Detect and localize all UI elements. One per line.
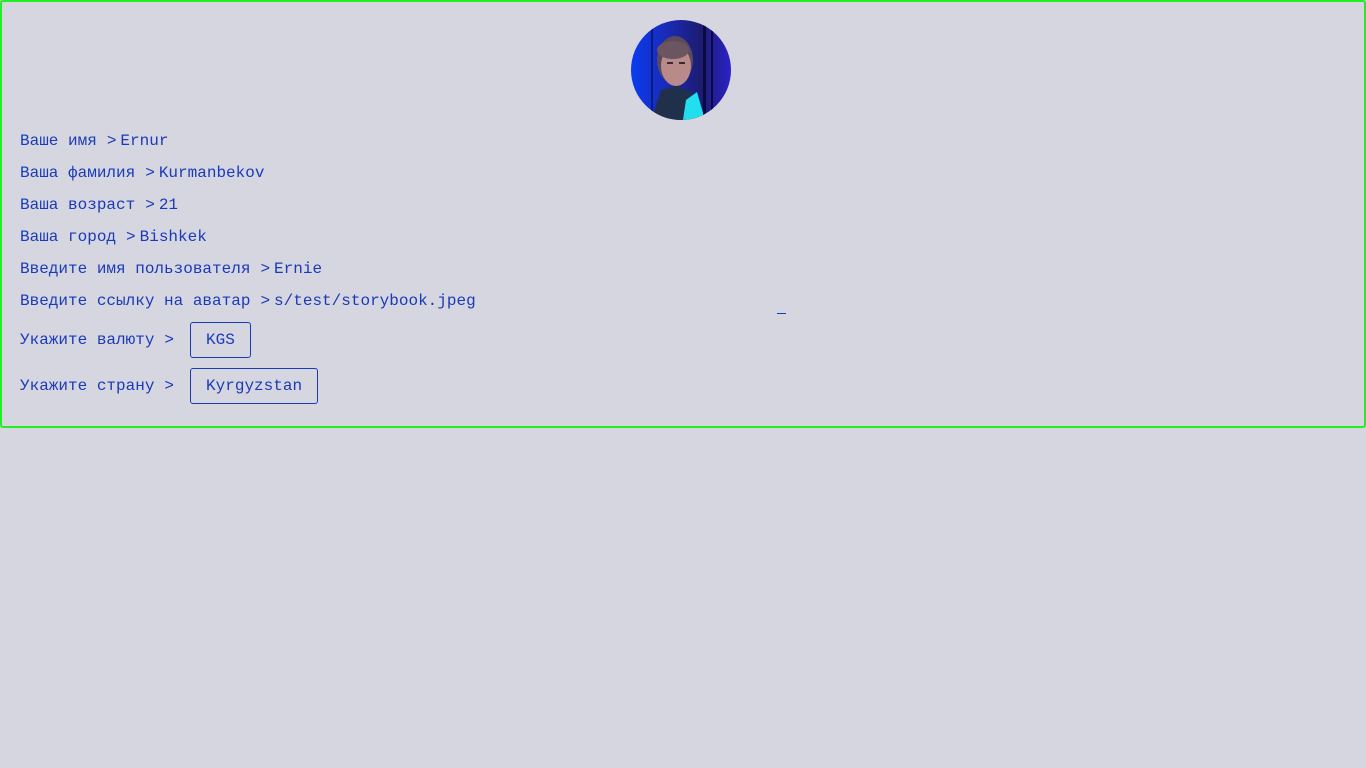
- avatar-url-prompt: >: [260, 292, 271, 310]
- last-name-prompt: >: [145, 164, 155, 182]
- age-prompt: >: [145, 196, 155, 214]
- avatar-url-label: Введите ссылку на аватар: [20, 292, 251, 310]
- age-label: Ваша возраст: [20, 196, 136, 214]
- username-value[interactable]: Ernie: [274, 260, 322, 278]
- currency-select[interactable]: KGS: [190, 322, 251, 358]
- select-row-country: Укажите страну > Kyrgyzstan: [20, 368, 319, 404]
- first-name-label: Ваше имя: [20, 132, 97, 150]
- avatar-image: [631, 20, 731, 120]
- country-prompt: >: [164, 377, 175, 395]
- currency-label: Укажите валюту: [20, 331, 155, 349]
- field-row-age: Ваша возраст >21: [20, 195, 178, 215]
- first-name-prompt: >: [106, 132, 117, 150]
- field-row-last-name: Ваша фамилия > Kurmanbekov: [20, 163, 264, 183]
- avatar-url-value[interactable]: s/test/storybook.jpeg: [274, 292, 476, 310]
- avatar: [631, 20, 731, 120]
- last-name-label: Ваша фамилия: [20, 164, 136, 182]
- select-row-currency: Укажите валюту > KGS: [20, 322, 251, 358]
- city-label: Ваша город: [20, 228, 117, 246]
- field-row-avatar-url: Введите ссылку на аватар > s/test/storyboo…: [20, 291, 476, 311]
- username-prompt: >: [260, 260, 271, 278]
- field-row-city: Ваша город > Bishkek: [20, 227, 207, 247]
- field-row-first-name: Ваше имя > Ernur: [20, 131, 168, 151]
- first-name-value[interactable]: Ernur: [120, 132, 168, 150]
- country-label: Укажите страну: [20, 377, 155, 395]
- city-value[interactable]: Bishkek: [140, 228, 207, 246]
- currency-prompt: >: [164, 331, 175, 349]
- field-row-username: Введите имя пользователя > Ernie: [20, 259, 322, 279]
- username-label: Введите имя пользователя: [20, 260, 251, 278]
- country-select[interactable]: Kyrgyzstan: [190, 368, 319, 404]
- city-prompt: >: [126, 228, 136, 246]
- text-cursor: [777, 313, 786, 314]
- age-value[interactable]: 21: [159, 196, 178, 214]
- last-name-value[interactable]: Kurmanbekov: [159, 164, 265, 182]
